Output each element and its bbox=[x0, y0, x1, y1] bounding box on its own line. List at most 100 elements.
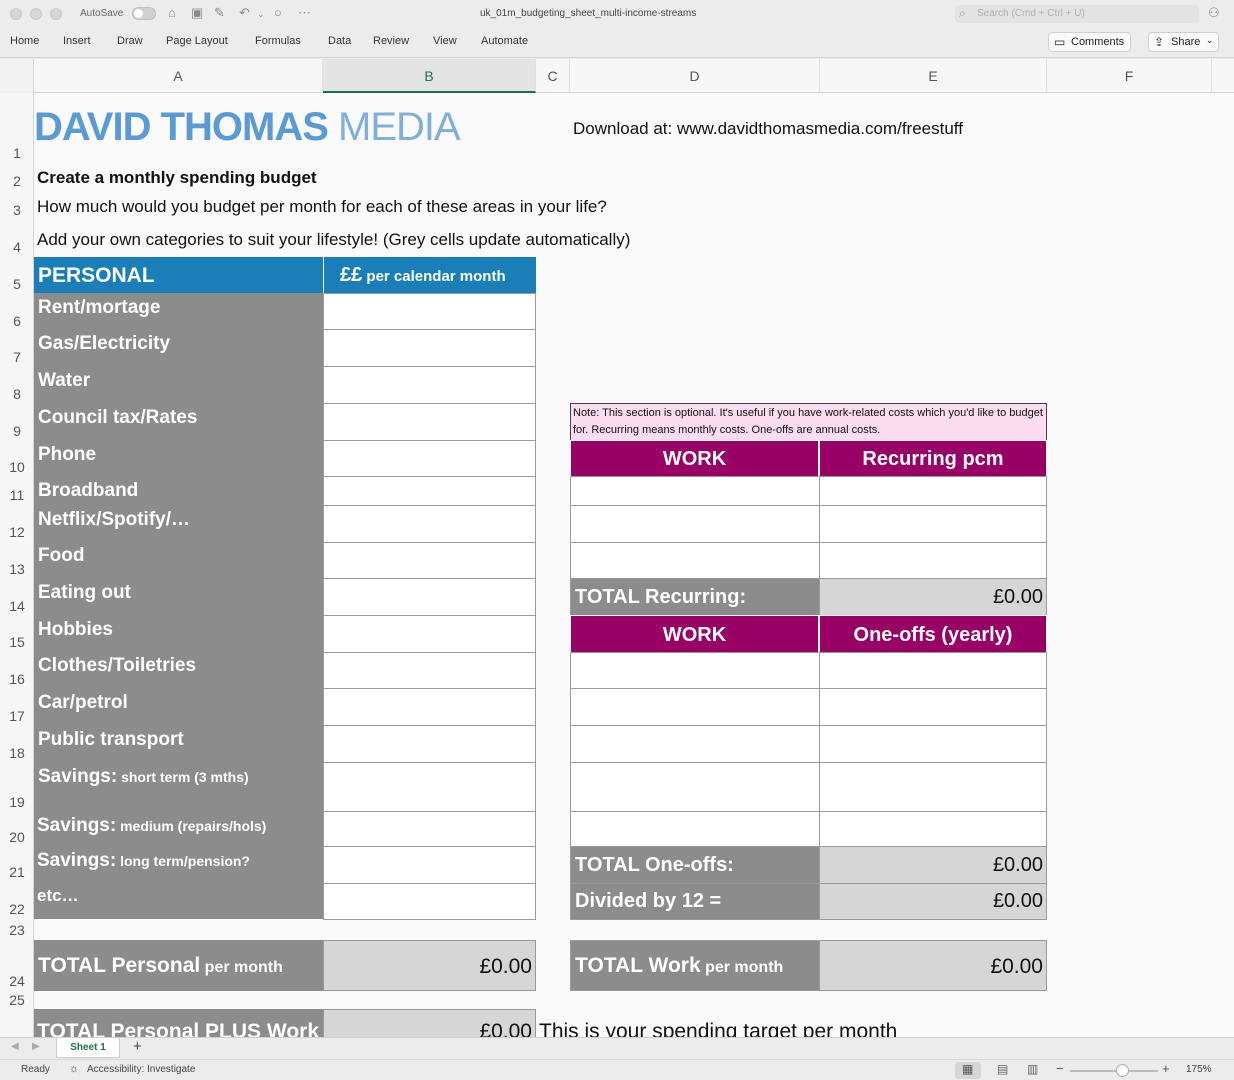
zoom-out-icon[interactable]: − bbox=[1056, 1061, 1064, 1076]
personal-item-label[interactable]: Hobbies bbox=[38, 619, 113, 641]
work-recurring-item-cell[interactable] bbox=[570, 542, 820, 579]
undo-icon[interactable]: ↶ bbox=[239, 5, 250, 21]
personal-amount-cell[interactable] bbox=[323, 293, 536, 330]
zoom-slider-thumb[interactable] bbox=[1116, 1064, 1129, 1077]
work-recurring-item-cell[interactable] bbox=[570, 476, 820, 506]
row-header[interactable]: 4 bbox=[0, 239, 34, 255]
personal-item-label[interactable]: Council tax/Rates bbox=[38, 407, 197, 429]
edit-icon[interactable]: ✎ bbox=[214, 5, 225, 21]
redo-icon[interactable]: ○ bbox=[274, 5, 282, 20]
tab-home[interactable]: Home bbox=[10, 35, 39, 47]
row-header[interactable]: 21 bbox=[0, 864, 34, 880]
work-oneoff-item-cell[interactable] bbox=[570, 725, 820, 763]
note-box[interactable]: Note: This section is optional. It's use… bbox=[570, 403, 1047, 441]
personal-amount-cell[interactable] bbox=[323, 476, 536, 506]
personal-amount-cell[interactable] bbox=[323, 615, 536, 653]
etc-label[interactable]: etc… bbox=[37, 886, 79, 906]
work-recurring-amount-cell[interactable] bbox=[819, 476, 1047, 506]
sheet-tab-1[interactable]: Sheet 1 bbox=[56, 1038, 120, 1058]
personal-amount-cell[interactable] bbox=[323, 688, 536, 726]
add-sheet-icon[interactable]: + bbox=[133, 1038, 142, 1055]
personal-amount-cell[interactable] bbox=[323, 578, 536, 616]
work-oneoff-amount-cell[interactable] bbox=[819, 688, 1047, 726]
personal-item-label[interactable]: Gas/Electricity bbox=[38, 333, 170, 355]
row-header[interactable]: 7 bbox=[0, 349, 34, 365]
personal-amount-cell[interactable] bbox=[323, 883, 536, 920]
row-header[interactable]: 11 bbox=[0, 487, 34, 503]
more-icon[interactable]: ⋯ bbox=[298, 5, 311, 21]
tab-draw[interactable]: Draw bbox=[117, 35, 143, 47]
personal-amount-cell[interactable] bbox=[323, 366, 536, 404]
tab-view[interactable]: View bbox=[433, 35, 457, 47]
row-header[interactable]: 3 bbox=[0, 202, 34, 218]
row-header[interactable]: 8 bbox=[0, 386, 34, 402]
personal-amount-cell[interactable] bbox=[323, 542, 536, 579]
personal-amount-cell[interactable] bbox=[323, 403, 536, 441]
row-header[interactable]: 20 bbox=[0, 829, 34, 845]
personal-item-label[interactable]: Broadband bbox=[38, 480, 138, 502]
tab-page-layout[interactable]: Page Layout bbox=[166, 35, 228, 47]
personal-amount-cell[interactable] bbox=[323, 652, 536, 689]
row-header[interactable]: 15 bbox=[0, 634, 34, 650]
page-break-view-icon[interactable]: ▥ bbox=[1027, 1062, 1038, 1076]
row-header[interactable]: 14 bbox=[0, 598, 34, 614]
personal-item-label[interactable]: Car/petrol bbox=[38, 692, 128, 714]
work-oneoff-item-cell[interactable] bbox=[570, 811, 820, 847]
home-icon[interactable]: ⌂ bbox=[168, 5, 176, 20]
personal-amount-cell[interactable] bbox=[323, 440, 536, 477]
worksheet-grid[interactable]: DAVID THOMAS MEDIA Download at: www.davi… bbox=[34, 93, 1234, 1037]
zoom-in-icon[interactable]: + bbox=[1162, 1061, 1170, 1076]
personal-item-label[interactable]: Clothes/Toiletries bbox=[38, 655, 196, 677]
personal-amount-cell[interactable] bbox=[323, 505, 536, 543]
savings-medium-label[interactable]: Savings: medium (repairs/hols) bbox=[37, 815, 266, 837]
personal-item-label[interactable]: Netflix/Spotify/… bbox=[38, 509, 190, 531]
row-header[interactable]: 9 bbox=[0, 423, 34, 439]
work-oneoff-item-cell[interactable] bbox=[570, 762, 820, 812]
personal-amount-cell[interactable] bbox=[323, 846, 536, 884]
page-layout-view-icon[interactable]: ▤ bbox=[997, 1062, 1008, 1076]
work-oneoff-item-cell[interactable] bbox=[570, 688, 820, 726]
row-header[interactable]: 13 bbox=[0, 561, 34, 577]
row-header[interactable]: 18 bbox=[0, 745, 34, 761]
column-header-f[interactable]: F bbox=[1047, 59, 1212, 93]
tab-data[interactable]: Data bbox=[328, 35, 351, 47]
zoom-slider-track[interactable] bbox=[1070, 1070, 1158, 1072]
autosave-toggle[interactable] bbox=[132, 7, 156, 20]
personal-item-label[interactable]: Eating out bbox=[38, 582, 131, 604]
row-header[interactable]: 5 bbox=[0, 276, 34, 292]
work-recurring-amount-cell[interactable] bbox=[819, 542, 1047, 579]
tab-review[interactable]: Review bbox=[373, 35, 409, 47]
search-box[interactable]: ⌕ Search (Cmd + Ctrl + U) bbox=[955, 5, 1199, 23]
personal-amount-cell[interactable] bbox=[323, 329, 536, 367]
work-oneoff-amount-cell[interactable] bbox=[819, 725, 1047, 763]
personal-item-label[interactable]: Food bbox=[38, 545, 84, 567]
savings-short-label[interactable]: Savings: short term (3 mths) bbox=[38, 766, 249, 788]
row-header[interactable]: 10 bbox=[0, 459, 34, 475]
row-header[interactable]: 12 bbox=[0, 524, 34, 540]
account-icon[interactable]: ⚇ bbox=[1208, 5, 1220, 21]
personal-item-label[interactable]: Phone bbox=[38, 444, 96, 466]
row-header[interactable]: 24 bbox=[0, 973, 34, 989]
work-oneoff-item-cell[interactable] bbox=[570, 652, 820, 689]
comments-button[interactable]: ▭ Comments bbox=[1048, 32, 1132, 52]
column-header-a[interactable]: A bbox=[34, 59, 323, 93]
work-recurring-amount-cell[interactable] bbox=[819, 505, 1047, 543]
undo-dropdown-icon[interactable]: ⌄ bbox=[257, 9, 265, 20]
download-link-cell[interactable]: Download at: www.davidthomasmedia.com/fr… bbox=[573, 119, 963, 139]
row-header[interactable]: 22 bbox=[0, 901, 34, 917]
accessibility-status[interactable]: Accessibility: Investigate bbox=[87, 1064, 195, 1075]
column-header-e[interactable]: E bbox=[820, 59, 1047, 93]
row-header[interactable]: 23 bbox=[0, 922, 34, 938]
personal-item-label[interactable]: Public transport bbox=[38, 729, 184, 751]
scroll-left-icon[interactable]: ◀ bbox=[11, 1041, 19, 1052]
tab-formulas[interactable]: Formulas bbox=[255, 35, 301, 47]
column-header-b[interactable]: B bbox=[323, 59, 536, 93]
save-icon[interactable]: ▣ bbox=[191, 5, 203, 21]
tab-automate[interactable]: Automate bbox=[481, 35, 528, 47]
row-header[interactable]: 2 bbox=[0, 173, 34, 189]
normal-view-button[interactable]: ▦ bbox=[955, 1062, 981, 1079]
scroll-right-icon[interactable]: ▶ bbox=[32, 1041, 40, 1052]
row-header[interactable]: 16 bbox=[0, 671, 34, 687]
tab-insert[interactable]: Insert bbox=[63, 35, 91, 47]
personal-amount-cell[interactable] bbox=[323, 762, 536, 812]
